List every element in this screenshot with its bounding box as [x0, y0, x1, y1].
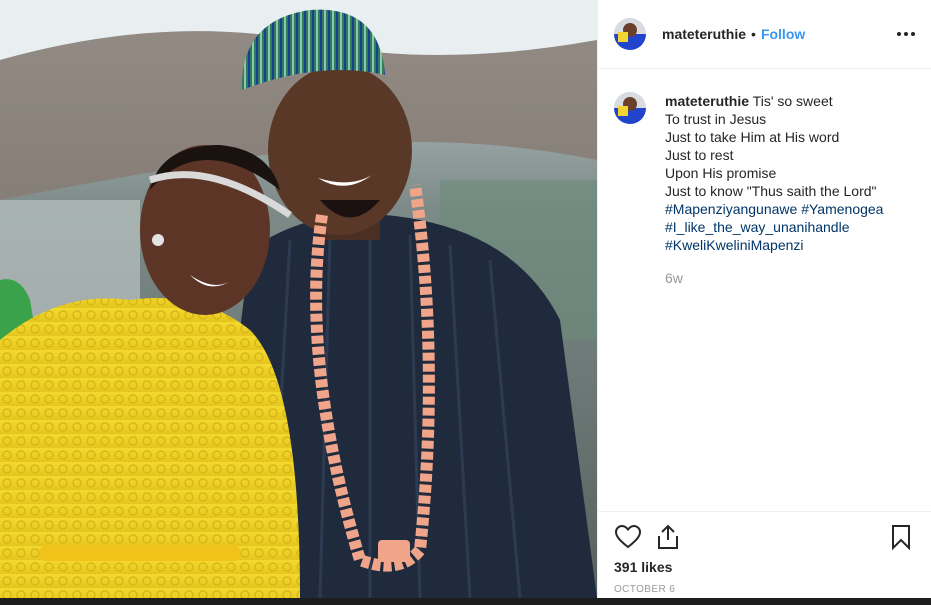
caption-first-line: Tis' so sweet	[752, 93, 833, 109]
hashtag-link[interactable]: #Mapenziyangunawe	[665, 201, 797, 217]
post-side-panel: mateteruthie • Follow mateteruthie Tis' …	[597, 0, 931, 598]
post-image-illustration	[0, 0, 597, 598]
bottom-edge	[0, 598, 931, 605]
hashtag-link[interactable]: #I_like_the_way_unanihandle	[665, 219, 849, 235]
hashtag-link[interactable]: #Yamenogea	[801, 201, 883, 217]
hashtag-link[interactable]: #KweliKweliniMapenzi	[665, 237, 804, 253]
follow-button[interactable]: Follow	[761, 26, 805, 42]
dot-icon	[897, 32, 901, 36]
caption-line: Upon His promise	[665, 165, 777, 181]
bookmark-icon[interactable]	[887, 523, 915, 551]
avatar-image	[614, 18, 646, 50]
caption-avatar[interactable]	[614, 92, 646, 124]
avatar[interactable]	[614, 18, 646, 50]
dot-icon	[904, 32, 908, 36]
separator-dot: •	[751, 26, 756, 42]
post-photo[interactable]	[0, 0, 597, 598]
action-icon-row	[614, 512, 915, 556]
caption-area: mateteruthie Tis' so sweet To trust in J…	[598, 70, 931, 511]
avatar-image	[614, 92, 646, 124]
post-time-ago[interactable]: 6w	[665, 269, 883, 287]
caption-text: mateteruthie Tis' so sweet To trust in J…	[665, 92, 883, 511]
post-header: mateteruthie • Follow	[598, 0, 931, 69]
caption-line: Just to take Him at His word	[665, 129, 840, 145]
caption-username[interactable]: mateteruthie	[665, 93, 749, 109]
dot-icon	[911, 32, 915, 36]
heart-icon[interactable]	[614, 523, 642, 551]
more-options-icon[interactable]	[897, 24, 915, 44]
post-date: OCTOBER 6	[614, 584, 676, 595]
caption-line: To trust in Jesus	[665, 111, 767, 127]
post-actions: 391 likes OCTOBER 6	[598, 511, 931, 598]
header-username[interactable]: mateteruthie	[662, 26, 746, 42]
likes-count[interactable]: 391 likes	[614, 559, 915, 575]
caption-line: Just to know "Thus saith the Lord"	[665, 183, 877, 199]
caption-line: Just to rest	[665, 147, 734, 163]
share-icon[interactable]	[654, 523, 682, 551]
